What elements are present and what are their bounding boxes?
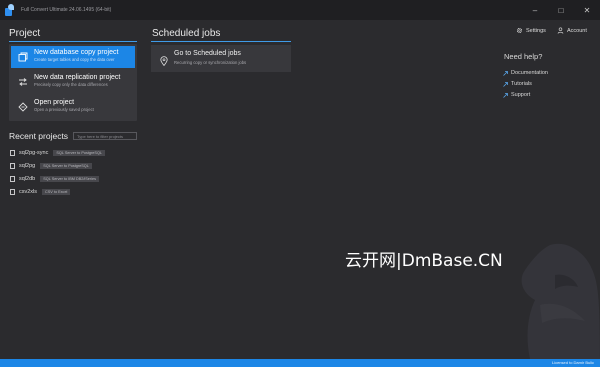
recent-project-tag: SQL Server to PostgreSQL: [40, 162, 92, 169]
document-icon: [10, 162, 15, 169]
scheduled-card-subtitle: Recurring copy or synchronization jobs: [174, 60, 247, 65]
project-section-title: Project: [9, 28, 41, 39]
account-label: Account: [567, 27, 587, 34]
account-link[interactable]: Account: [557, 27, 587, 34]
link-icon: [503, 81, 508, 87]
link-icon: [503, 92, 508, 98]
document-icon: [10, 175, 15, 182]
replication-arrows-icon: [16, 75, 30, 89]
go-to-scheduled-jobs-button[interactable]: Go to Scheduled jobs Recurring copy or s…: [151, 45, 291, 72]
document-icon: [10, 149, 15, 156]
recent-project-tag: SQL Server to PostgreSQL: [53, 149, 106, 156]
new-database-copy-project-button[interactable]: New database copy project Create target …: [11, 46, 135, 68]
maximize-button[interactable]: □: [548, 0, 574, 20]
close-button[interactable]: ✕: [574, 0, 600, 20]
document-icon: [10, 188, 15, 195]
settings-label: Settings: [526, 27, 546, 34]
recent-project-name: sql2db: [19, 175, 36, 182]
window-controls: – □ ✕: [522, 0, 600, 20]
support-link[interactable]: Support: [503, 92, 530, 98]
action-subtitle: Open a previously saved project: [34, 107, 94, 112]
scheduled-card-title: Go to Scheduled jobs: [174, 50, 241, 57]
database-copy-icon: [16, 50, 30, 64]
license-text: Licensed to Damir Bulic: [551, 360, 594, 365]
scheduled-jobs-underline: [151, 41, 291, 42]
action-title: Open project: [34, 99, 75, 106]
location-pin-icon: [160, 53, 168, 71]
recent-project-name: sql2pg-sync: [19, 149, 49, 156]
app-logo-icon: [5, 4, 15, 16]
action-subtitle: Create target tables and copy the data o…: [34, 57, 115, 62]
recent-project-item[interactable]: sql2pg SQL Server to PostgreSQL: [10, 161, 92, 170]
window-title: Full Convert Ultimate 24.06.1495 (64-bit…: [21, 7, 112, 13]
recent-project-name: sql2pg: [19, 162, 36, 169]
minimize-button[interactable]: –: [522, 0, 548, 20]
mascot-watermark-icon: [521, 243, 600, 359]
watermark-text: 云开网|DmBase.CN: [345, 251, 503, 271]
recent-projects-title: Recent projects: [9, 131, 69, 141]
gear-icon: [516, 27, 523, 34]
scheduled-jobs-title: Scheduled jobs: [152, 28, 221, 39]
recent-project-item[interactable]: sql2db SQL Server to IBM DB2/iSeries: [10, 174, 100, 183]
documentation-link[interactable]: Documentation: [503, 70, 548, 76]
tutorials-link[interactable]: Tutorials: [503, 81, 532, 87]
recent-project-name: csv2xls: [19, 188, 38, 195]
title-bar: Full Convert Ultimate 24.06.1495 (64-bit…: [0, 0, 600, 20]
link-icon: [503, 70, 508, 76]
settings-link[interactable]: Settings: [516, 27, 546, 34]
action-title: New database copy project: [34, 49, 119, 56]
project-section-underline: [9, 41, 137, 42]
help-link-label: Tutorials: [511, 81, 532, 87]
open-project-icon: [16, 100, 30, 114]
recent-project-tag: CSV to Excel: [42, 188, 71, 195]
recent-project-item[interactable]: sql2pg-sync SQL Server to PostgreSQL: [10, 148, 106, 157]
open-project-button[interactable]: Open project Open a previously saved pro…: [11, 96, 135, 118]
help-link-label: Support: [511, 92, 531, 98]
action-subtitle: Precisely copy only the data differences: [34, 82, 108, 87]
recent-project-item[interactable]: csv2xls CSV to Excel: [10, 187, 71, 196]
action-title: New data replication project: [34, 74, 121, 81]
status-bar: Licensed to Damir Bulic: [0, 359, 600, 367]
recent-projects-filter-input[interactable]: Type here to filter projects: [73, 132, 137, 140]
new-data-replication-project-button[interactable]: New data replication project Precisely c…: [11, 71, 135, 93]
need-help-title: Need help?: [504, 52, 543, 61]
recent-project-tag: SQL Server to IBM DB2/iSeries: [40, 175, 100, 182]
user-icon: [557, 27, 564, 34]
help-link-label: Documentation: [511, 70, 548, 76]
